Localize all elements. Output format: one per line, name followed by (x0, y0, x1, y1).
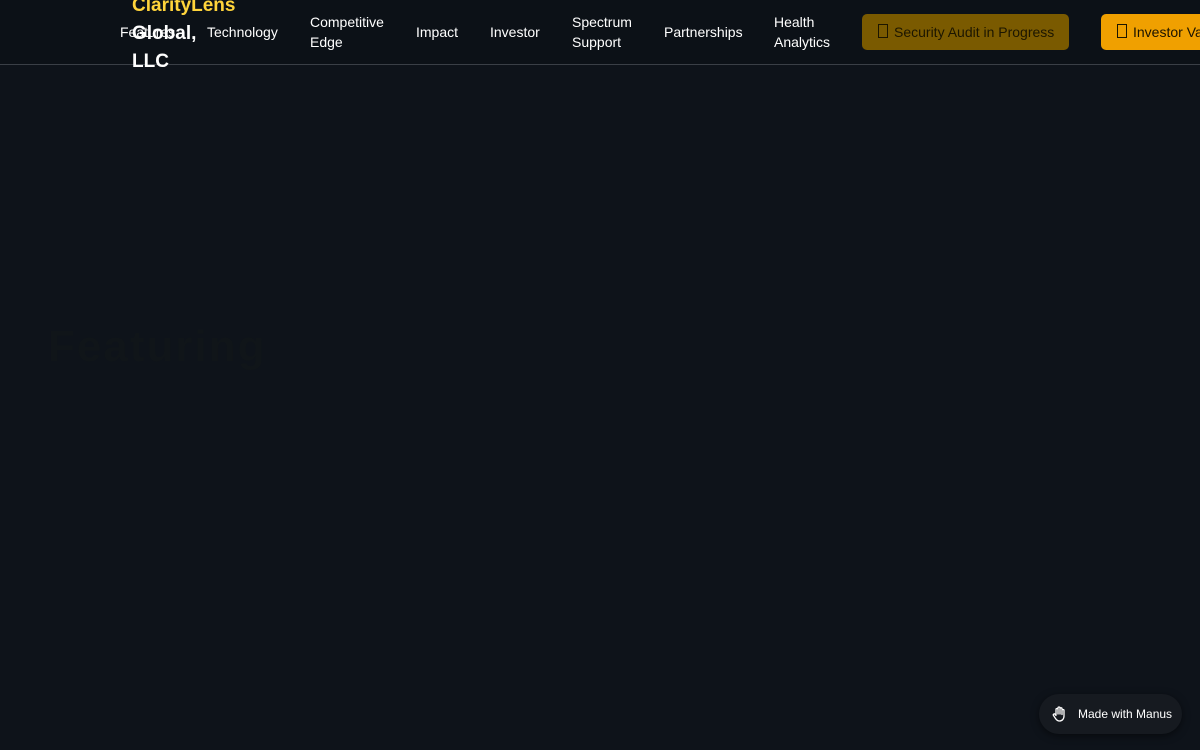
brand-logo[interactable]: ClarityLens Global, LLC (132, 0, 252, 76)
nav-health-line1: Health (774, 14, 815, 30)
shield-icon (878, 24, 888, 38)
hand-icon (1052, 706, 1065, 722)
site-header: Features Technology Competitive Edge Imp… (0, 0, 1200, 72)
nav-competitive-edge[interactable]: Competitive Edge (310, 12, 384, 52)
page: Features Technology Competitive Edge Imp… (0, 0, 1200, 750)
nav-partnerships[interactable]: Partnerships (664, 22, 743, 42)
nav-competitive-line2: Edge (310, 34, 343, 50)
brand-line3: LLC (132, 51, 169, 72)
nav-spectrum-line2: Support (572, 34, 622, 50)
nav-spectrum-support[interactable]: Spectrum Support (572, 12, 632, 52)
briefcase-icon (1117, 24, 1127, 38)
security-audit-label: Security Audit in Progress (894, 24, 1055, 40)
nav-health-line2: Analytics (774, 34, 831, 50)
nav-competitive-line1: Competitive (310, 14, 384, 30)
nav-spectrum-line1: Spectrum (572, 14, 632, 30)
investor-button[interactable]: Investor Va (1101, 14, 1200, 50)
brand-line1: ClarityLens (132, 0, 236, 16)
nav-investor[interactable]: Investor (490, 22, 540, 42)
faint-hero-heading: Featuring (48, 322, 267, 371)
brand-line2: Global, (132, 23, 197, 44)
investor-button-label: Investor Va (1133, 24, 1200, 40)
made-with-manus-badge[interactable]: Made with Manus (1039, 694, 1182, 734)
security-audit-button[interactable]: Security Audit in Progress (862, 14, 1069, 50)
nav-health-analytics[interactable]: Health Analytics (774, 12, 830, 52)
nav-impact[interactable]: Impact (416, 22, 458, 42)
badge-label: Made with Manus (1078, 707, 1173, 721)
